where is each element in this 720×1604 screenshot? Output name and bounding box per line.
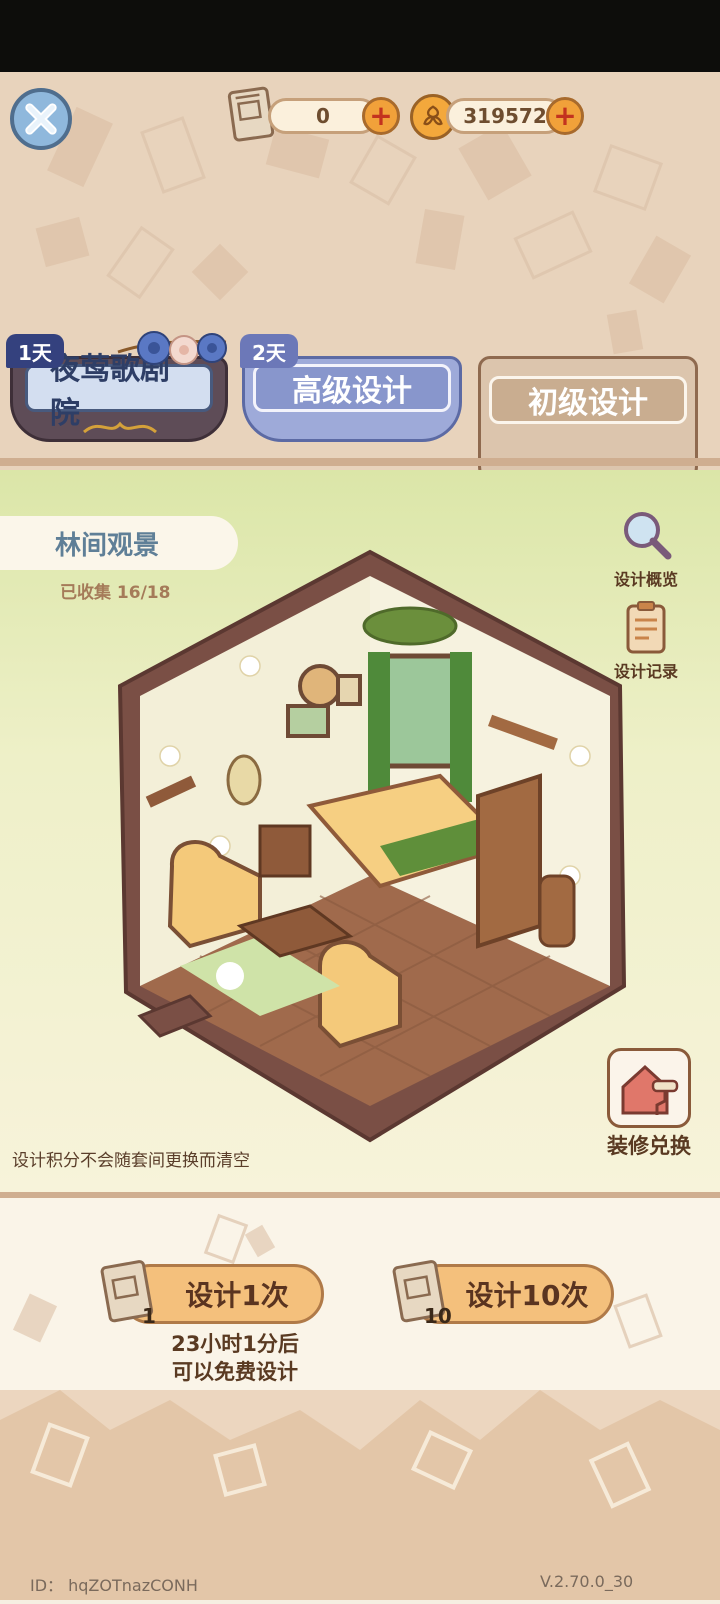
free-timer-line: 23小时1分后 bbox=[171, 1332, 299, 1356]
free-timer-line: 可以免费设计 bbox=[172, 1360, 298, 1384]
divider bbox=[0, 458, 720, 466]
tab-advanced-design[interactable]: 高级设计 bbox=[242, 356, 462, 442]
status-bar bbox=[0, 0, 720, 72]
day-badge: 2天 bbox=[240, 334, 298, 368]
ornament-icon bbox=[83, 421, 157, 434]
decor-redeem-button[interactable]: 装修兑换 bbox=[600, 1048, 698, 1160]
redeem-icon-frame bbox=[607, 1048, 691, 1128]
design-once-cost: 1 bbox=[142, 1304, 156, 1328]
close-icon bbox=[25, 103, 57, 135]
design-overview-label: 设计概览 bbox=[613, 570, 678, 589]
tab-label: 高级设计 bbox=[253, 364, 451, 412]
notice-text: 设计积分不会随套间更换而清空 bbox=[12, 1151, 250, 1171]
bottom-decoration-band bbox=[0, 1390, 720, 1600]
design-records-label: 设计记录 bbox=[613, 662, 678, 681]
design-overview-button[interactable]: 设计概览 bbox=[604, 508, 688, 590]
magnifier-icon bbox=[624, 512, 672, 560]
add-coin-button[interactable]: + bbox=[546, 97, 584, 135]
design-records-button[interactable]: 设计记录 bbox=[604, 600, 688, 682]
decor-redeem-label: 装修兑换 bbox=[607, 1134, 691, 1158]
design-ten-cost: 10 bbox=[424, 1304, 452, 1328]
design-ten-label: 设计10次 bbox=[465, 1279, 589, 1312]
close-button[interactable] bbox=[10, 88, 72, 150]
plus-icon: + bbox=[369, 99, 393, 132]
user-id: ID： hqZOTnazCONH bbox=[30, 1576, 198, 1595]
free-design-timer: 23小时1分后 可以免费设计 bbox=[120, 1330, 350, 1386]
room-illustration[interactable] bbox=[110, 546, 630, 1146]
clipboard-icon bbox=[626, 601, 666, 654]
flower-decoration-icon bbox=[117, 331, 227, 365]
version-label: V.2.70.0_30 bbox=[540, 1572, 634, 1591]
design-once-label: 设计1次 bbox=[185, 1279, 289, 1312]
house-roller-icon bbox=[621, 1064, 679, 1115]
tab-label: 初级设计 bbox=[489, 376, 687, 424]
day-badge: 1天 bbox=[6, 334, 64, 368]
plus-icon: + bbox=[553, 99, 577, 132]
add-scroll-button[interactable]: + bbox=[362, 97, 400, 135]
